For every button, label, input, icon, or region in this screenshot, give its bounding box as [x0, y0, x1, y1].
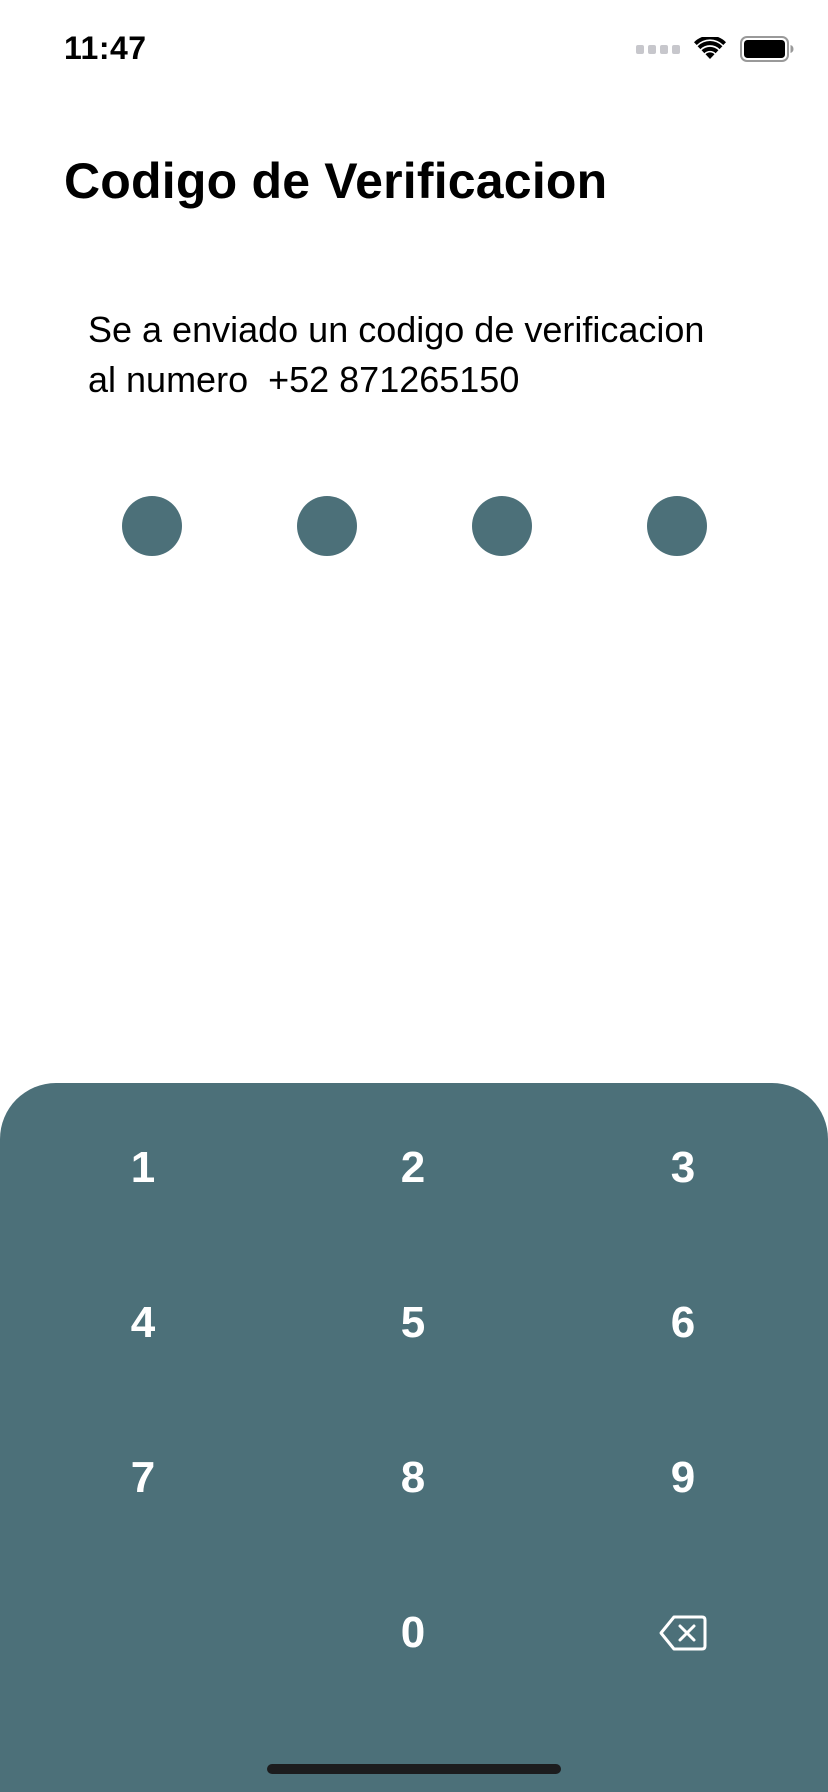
backspace-icon	[659, 1615, 707, 1651]
page-title: Codigo de Verificacion	[64, 153, 608, 209]
message-line-2: al numero +52 871265150	[88, 359, 520, 400]
key-5[interactable]: 5	[323, 1268, 503, 1378]
home-indicator[interactable]	[267, 1764, 561, 1774]
key-3[interactable]: 3	[593, 1113, 773, 1223]
key-8[interactable]: 8	[323, 1423, 503, 1533]
key-4[interactable]: 4	[53, 1268, 233, 1378]
key-0[interactable]: 0	[323, 1578, 503, 1688]
pin-dot-2	[297, 496, 357, 556]
status-bar: 11:47	[0, 0, 828, 100]
status-time: 11:47	[64, 30, 147, 66]
key-1[interactable]: 1	[53, 1113, 233, 1223]
key-9[interactable]: 9	[593, 1423, 773, 1533]
status-icons	[636, 36, 794, 62]
verification-message: Se a enviado un codigo de verificacion a…	[88, 305, 788, 405]
numeric-keypad: 1 2 3 4 5 6 7 8 9 0	[0, 1083, 828, 1792]
backspace-button[interactable]	[593, 1578, 773, 1688]
pin-dot-1	[122, 496, 182, 556]
pin-dot-3	[472, 496, 532, 556]
cellular-signal-icon	[636, 44, 680, 54]
message-line-1: Se a enviado un codigo de verificacion	[88, 309, 705, 350]
key-6[interactable]: 6	[593, 1268, 773, 1378]
battery-icon	[740, 36, 794, 62]
wifi-icon	[694, 37, 726, 61]
key-7[interactable]: 7	[53, 1423, 233, 1533]
pin-dot-4	[647, 496, 707, 556]
key-2[interactable]: 2	[323, 1113, 503, 1223]
